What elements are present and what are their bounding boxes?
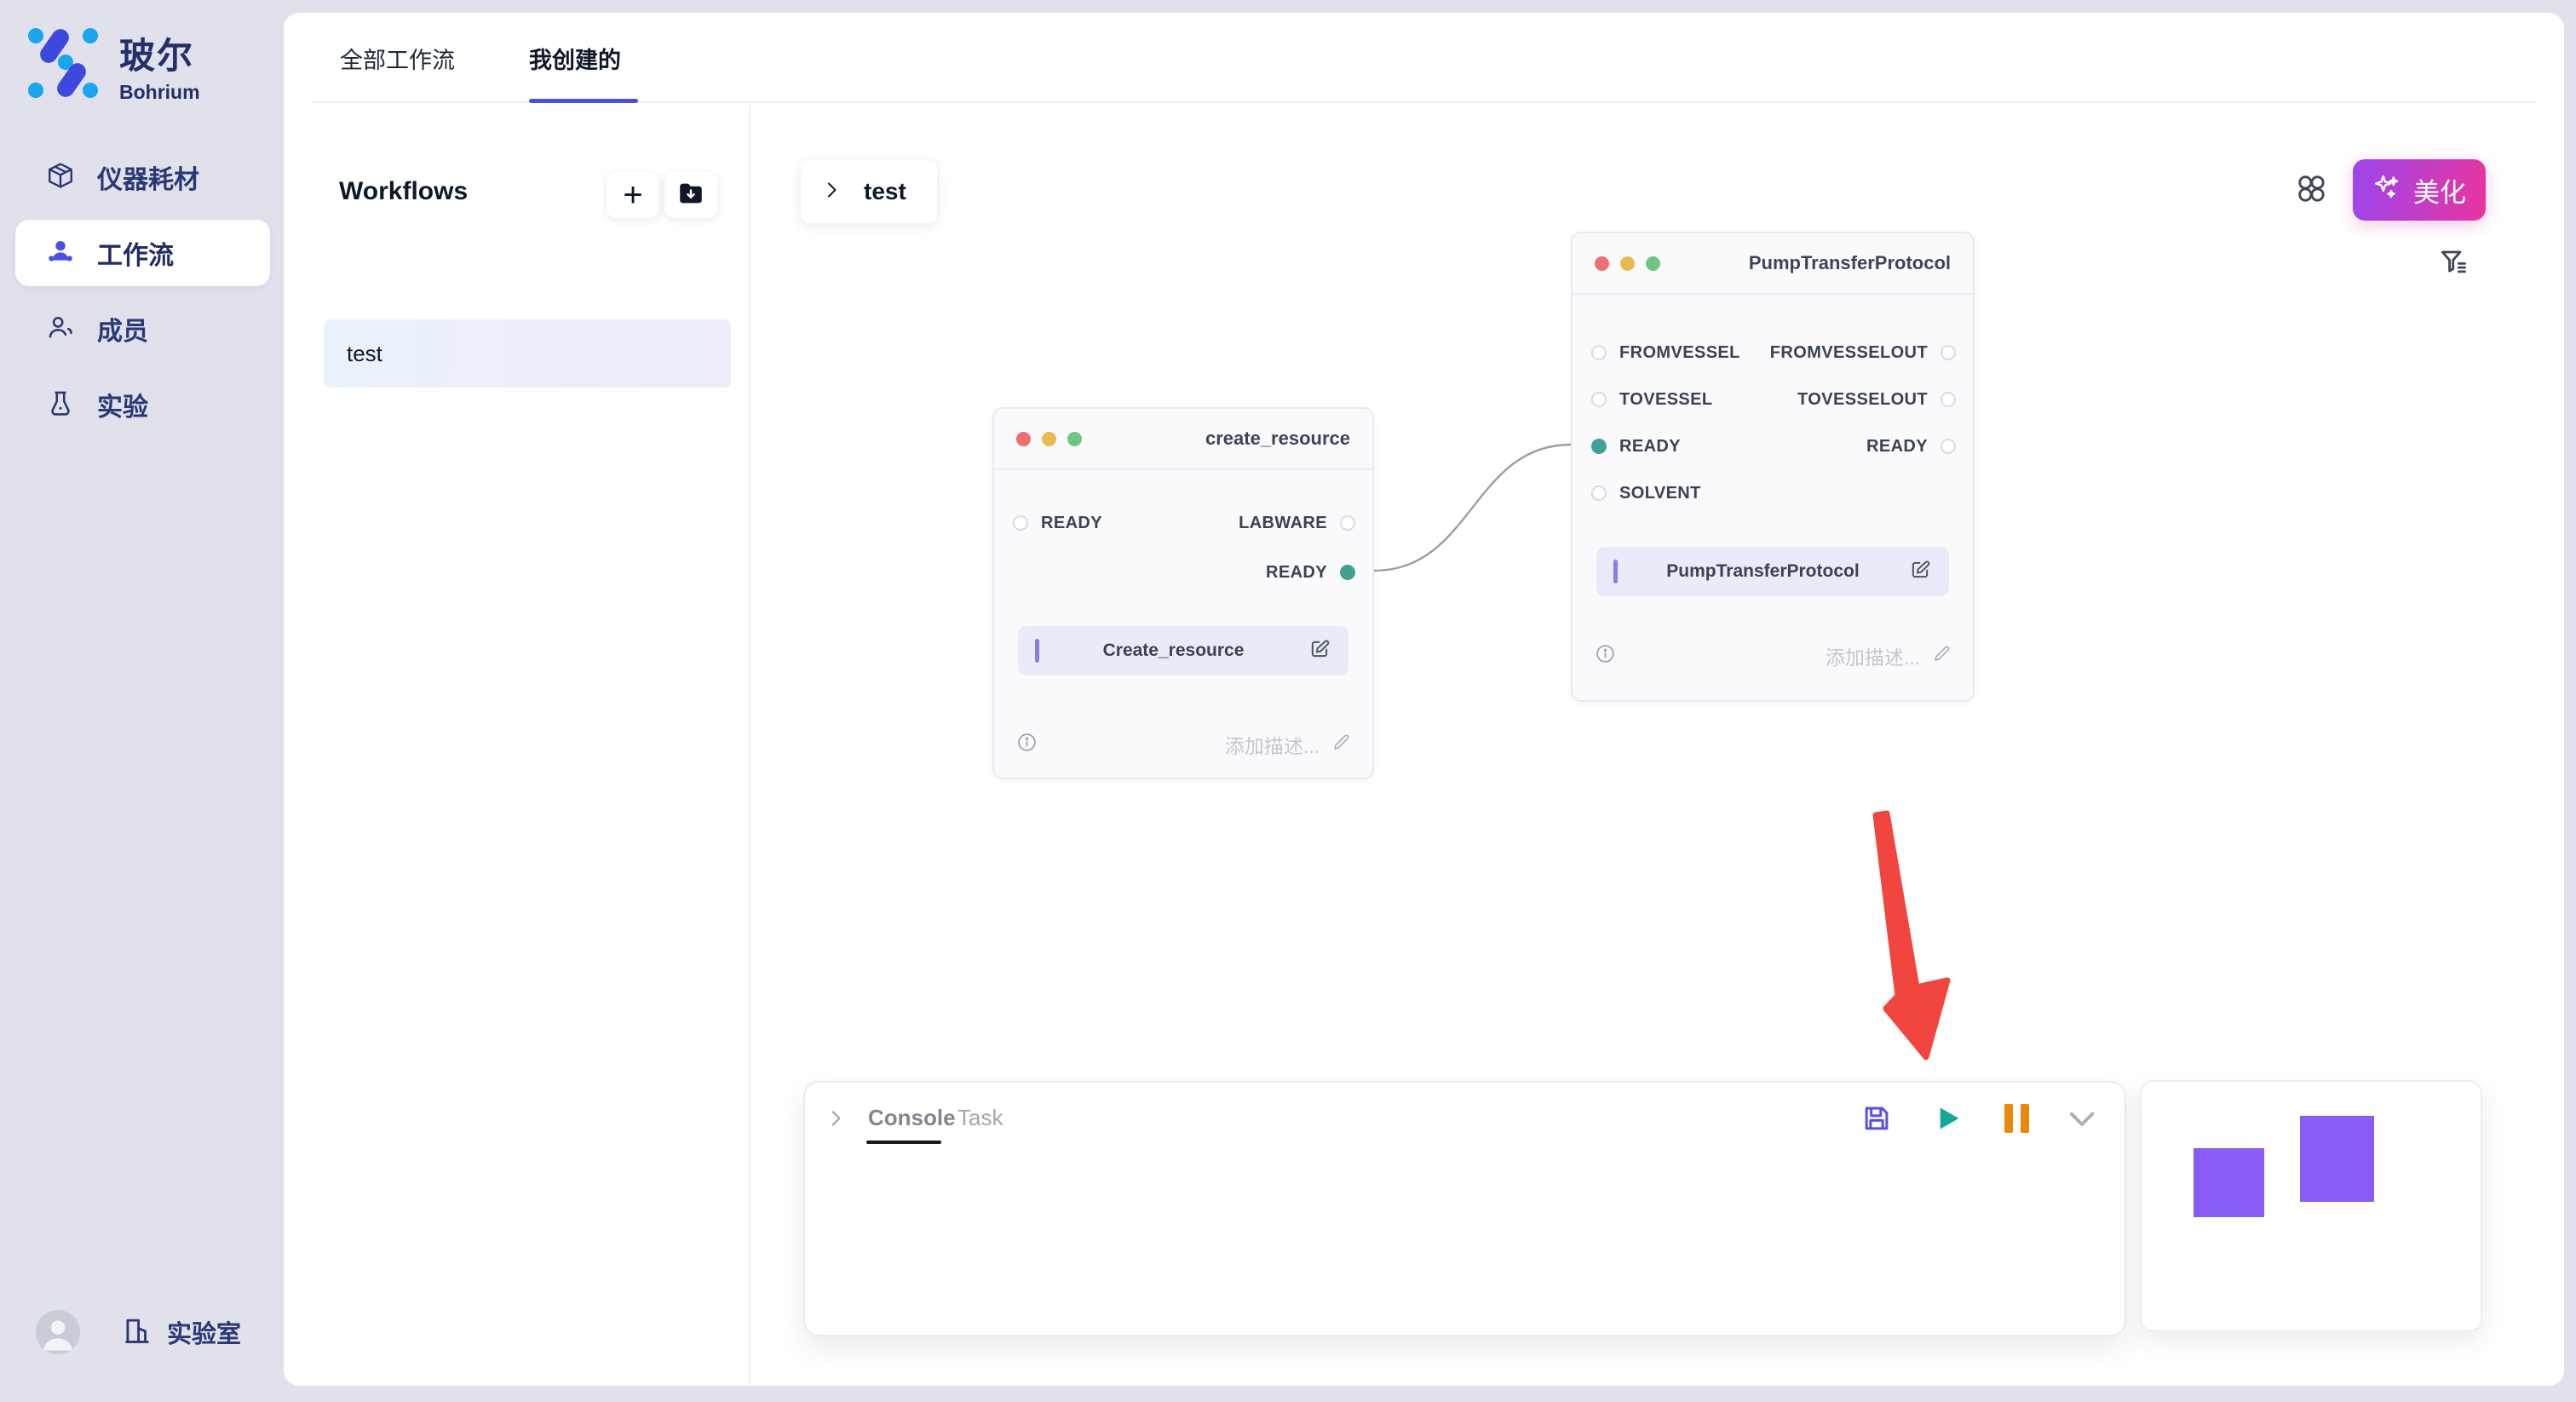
input-port[interactable] xyxy=(1591,345,1607,360)
input-port[interactable] xyxy=(1013,515,1028,531)
sidebar-item-instruments[interactable]: 仪器耗材 xyxy=(15,144,270,210)
node-title: PumpTransferProtocol xyxy=(1749,252,1951,274)
sidebar-nav: 仪器耗材 工作流 成员 xyxy=(15,144,270,447)
edit-icon[interactable] xyxy=(1308,637,1331,665)
traffic-dots xyxy=(1016,432,1082,446)
layout-grid-icon[interactable] xyxy=(2292,170,2330,207)
port-row: SOLVENT xyxy=(1573,481,1973,505)
node-create-resource[interactable]: create_resource READY LABWARE READY Crea… xyxy=(992,407,1374,779)
output-port[interactable] xyxy=(1941,392,1956,407)
panel-expand-icon[interactable] xyxy=(817,1100,854,1137)
workflow-list-item[interactable]: test xyxy=(324,319,731,388)
pencil-icon xyxy=(1331,732,1352,757)
lab-switcher[interactable]: 实验室 xyxy=(121,1314,241,1351)
node-action-pill[interactable]: Create_resource xyxy=(1018,626,1348,675)
brand-text: 玻尔 Bohrium xyxy=(119,27,200,104)
workflow-canvas[interactable]: test 美化 xyxy=(752,105,2564,1386)
node-title: create_resource xyxy=(1205,428,1350,450)
input-port-connected[interactable] xyxy=(1591,439,1607,454)
port-row: FROMVESSEL FROMVESSELOUT xyxy=(1573,341,1973,365)
traffic-dots xyxy=(1595,256,1660,271)
output-port[interactable] xyxy=(1340,515,1355,531)
console-panel: Console Task xyxy=(803,1081,2126,1336)
sidebar-item-experiments[interactable]: 实验 xyxy=(15,371,270,438)
sidebar-item-label: 工作流 xyxy=(97,234,174,272)
beautify-label: 美化 xyxy=(2413,171,2466,210)
sidebar-item-label: 实验 xyxy=(97,386,148,423)
console-tab-underline xyxy=(866,1141,941,1144)
minimap[interactable] xyxy=(2140,1080,2482,1332)
annotation-arrow xyxy=(1876,813,1947,1057)
node-action-pill[interactable]: PumpTransferProtocol xyxy=(1596,547,1949,596)
workflows-title: Workflows xyxy=(339,177,468,206)
sidebar: 玻尔 Bohrium 仪器耗材 工作 xyxy=(0,0,284,1402)
brand-subtitle: Bohrium xyxy=(119,81,200,104)
brand-title: 玻尔 xyxy=(119,27,200,79)
brand-logo[interactable]: 玻尔 Bohrium xyxy=(26,26,200,105)
building-icon xyxy=(121,1314,153,1351)
bohrium-logo-icon xyxy=(26,26,101,105)
add-workflow-button[interactable]: + xyxy=(607,172,659,218)
node-footer: 添加描述... xyxy=(1595,642,1952,669)
port-row: READY LABWARE xyxy=(994,511,1372,535)
members-icon xyxy=(46,313,75,346)
run-icon[interactable] xyxy=(1929,1100,1966,1137)
bohrium-workflow-app: 玻尔 Bohrium 仪器耗材 工作 xyxy=(0,0,2576,1402)
save-icon[interactable] xyxy=(1858,1100,1895,1137)
input-port[interactable] xyxy=(1591,486,1607,501)
output-port[interactable] xyxy=(1941,345,1956,360)
import-folder-button[interactable] xyxy=(664,172,717,218)
port-row: TOVESSEL TOVESSELOUT xyxy=(1573,388,1973,411)
pause-icon[interactable] xyxy=(1998,1100,2035,1137)
breadcrumb[interactable]: test xyxy=(801,160,937,223)
sidebar-item-label: 成员 xyxy=(97,310,148,348)
tab-task[interactable]: Task xyxy=(957,1105,1003,1131)
workflow-icon xyxy=(46,237,75,270)
sparkles-icon xyxy=(2372,172,2401,208)
filter-icon[interactable] xyxy=(2435,243,2472,280)
chevron-right-icon xyxy=(821,180,842,204)
breadcrumb-label: test xyxy=(864,178,906,205)
experiment-icon xyxy=(46,388,75,422)
sidebar-item-workflow[interactable]: 工作流 xyxy=(15,220,270,286)
workflows-panel: Workflows + test xyxy=(284,105,750,1386)
sidebar-footer: 实验室 xyxy=(36,1310,241,1354)
node-header: PumpTransferProtocol xyxy=(1573,233,1973,295)
tab-created-by-me[interactable]: 我创建的 xyxy=(529,13,621,103)
active-tab-underline xyxy=(529,99,638,103)
beautify-button[interactable]: 美化 xyxy=(2353,159,2486,221)
port-row: READY xyxy=(994,560,1372,584)
workflow-item-name: test xyxy=(347,341,382,367)
sidebar-item-label: 仪器耗材 xyxy=(97,158,199,196)
lab-label: 实验室 xyxy=(167,1314,241,1350)
package-icon xyxy=(46,161,75,194)
output-port[interactable] xyxy=(1941,439,1956,454)
description-placeholder[interactable]: 添加描述... xyxy=(1826,641,1952,670)
description-placeholder[interactable]: 添加描述... xyxy=(1225,730,1352,759)
collapse-icon[interactable] xyxy=(2063,1100,2101,1137)
user-avatar[interactable] xyxy=(36,1310,80,1354)
minimap-node xyxy=(2194,1148,2264,1217)
input-port[interactable] xyxy=(1591,392,1607,407)
node-footer: 添加描述... xyxy=(1016,731,1352,758)
folder-download-icon xyxy=(676,179,705,212)
port-row: READY READY xyxy=(1573,434,1973,458)
output-port-connected[interactable] xyxy=(1340,565,1355,580)
info-icon[interactable] xyxy=(1016,732,1038,757)
sidebar-item-members[interactable]: 成员 xyxy=(15,296,270,362)
minimap-node xyxy=(2300,1116,2374,1202)
pencil-icon xyxy=(1932,643,1952,669)
top-tabbar xyxy=(311,13,2537,103)
tab-all-workflows[interactable]: 全部工作流 xyxy=(340,13,455,103)
main-panel: 全部工作流 我创建的 Workflows + test xyxy=(284,13,2564,1386)
node-pump-transfer-protocol[interactable]: PumpTransferProtocol FROMVESSEL FROMVESS… xyxy=(1571,232,1975,702)
edit-icon[interactable] xyxy=(1908,558,1932,586)
tab-console[interactable]: Console xyxy=(868,1105,956,1131)
node-header: create_resource xyxy=(994,409,1372,470)
info-icon[interactable] xyxy=(1595,643,1616,669)
